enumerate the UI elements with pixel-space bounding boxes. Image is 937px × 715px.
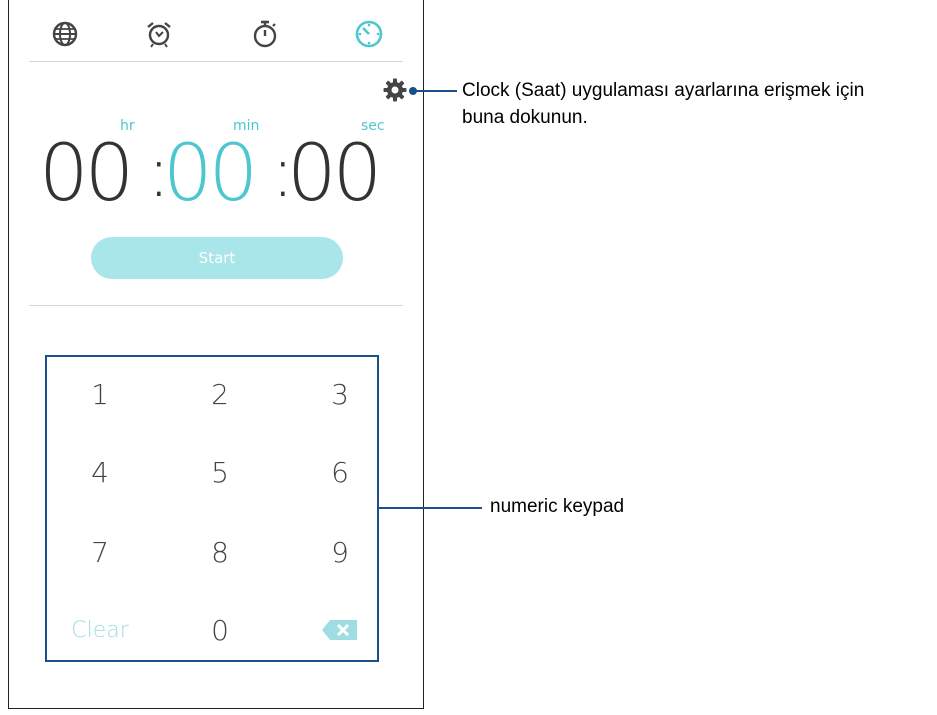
keypad-annotation: numeric keypad — [490, 496, 625, 517]
start-button[interactable]: Start — [91, 237, 343, 279]
key-9[interactable]: 9 — [300, 527, 380, 577]
keypad-callout-line — [378, 507, 482, 509]
settings-annotation-line2: buna dokunun. — [462, 107, 588, 128]
key-0[interactable]: 0 — [180, 605, 260, 655]
key-3[interactable]: 3 — [300, 369, 380, 419]
backspace-icon — [322, 620, 357, 640]
numeric-keypad: 1 2 3 4 5 6 7 8 9 Clear 0 — [45, 355, 379, 662]
tab-stopwatch[interactable] — [245, 14, 285, 54]
key-4[interactable]: 4 — [60, 447, 140, 497]
tab-timer[interactable] — [349, 14, 389, 54]
top-divider — [29, 61, 403, 62]
key-5[interactable]: 5 — [180, 447, 260, 497]
settings-callout-line — [414, 90, 457, 92]
timer-icon — [355, 20, 383, 48]
stopwatch-icon — [253, 20, 277, 48]
key-6[interactable]: 6 — [300, 447, 380, 497]
alarm-clock-icon — [147, 22, 171, 48]
clear-button[interactable]: Clear — [60, 605, 140, 655]
middle-divider — [29, 305, 403, 306]
timer-seconds[interactable]: 00 — [287, 124, 382, 224]
settings-annotation-line1: Clock (Saat) uygulaması ayarlarına erişm… — [462, 80, 865, 101]
key-1[interactable]: 1 — [60, 369, 140, 419]
phone-screen: hr min sec 00 : 00 : 00 Start 1 2 3 4 5 … — [8, 0, 424, 709]
key-7[interactable]: 7 — [60, 527, 140, 577]
timer-hours[interactable]: 00 — [39, 124, 134, 224]
settings-gear-icon[interactable] — [383, 78, 407, 102]
tab-alarm[interactable] — [139, 14, 179, 54]
key-2[interactable]: 2 — [180, 369, 260, 419]
timer-display: 00 : 00 : 00 — [29, 124, 405, 224]
backspace-button[interactable] — [300, 605, 380, 655]
globe-icon — [52, 21, 78, 47]
timer-minutes[interactable]: 00 — [163, 124, 258, 224]
tab-bar — [9, 0, 423, 62]
tab-world-clock[interactable] — [45, 14, 85, 54]
key-8[interactable]: 8 — [180, 527, 260, 577]
